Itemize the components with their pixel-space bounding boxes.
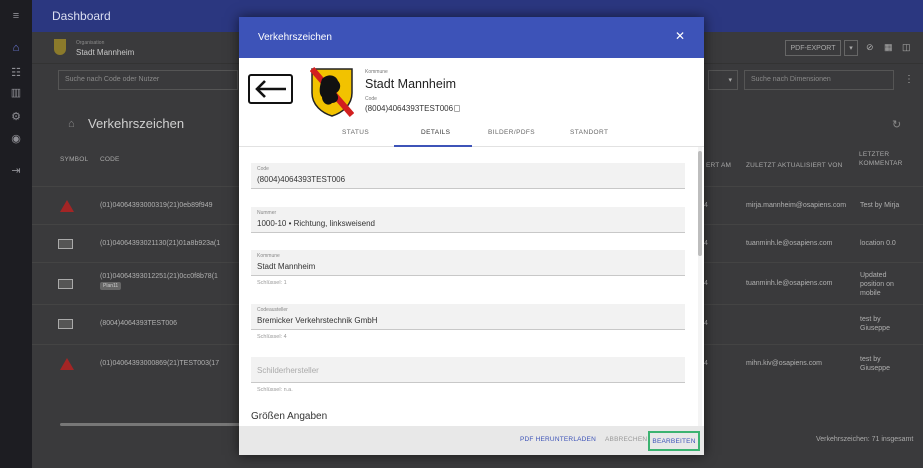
- nummer-field[interactable]: Nummer 1000-10 • Richtung, linksweisend: [251, 207, 685, 233]
- app-title: Dashboard: [52, 9, 111, 23]
- field-label: Code: [257, 166, 269, 172]
- page-title: Verkehrszeichen: [88, 116, 185, 131]
- dialog-footer: PDF HERUNTERLADEN ABBRECHEN BEARBEITEN: [239, 426, 704, 455]
- field-value: (8004)4064393TEST006: [257, 175, 346, 184]
- field-helper-text: Schlüssel: 1: [257, 280, 287, 286]
- field-value: 1000-10 • Richtung, linksweisend: [257, 219, 375, 228]
- field-helper-text: Schlüssel: 4: [257, 334, 287, 340]
- comment-cell: test by Giuseppe: [860, 356, 890, 372]
- code-cell: (01)04064393000869(21)TEST003(17: [100, 360, 220, 367]
- dialog-title: Verkehrszeichen: [258, 32, 332, 43]
- tab-standort[interactable]: STANDORT: [570, 129, 608, 136]
- updated-at-cell: 4: [704, 320, 708, 327]
- schilderhersteller-field[interactable]: Schilderhersteller: [251, 357, 685, 383]
- close-icon[interactable]: ✕: [675, 29, 685, 43]
- tab-status[interactable]: STATUS: [342, 129, 369, 136]
- organisation-logo: [54, 39, 66, 55]
- comment-cell: Updated position on mobile: [860, 272, 894, 297]
- dimension-search-input[interactable]: Suche nach Dimensionen: [744, 70, 894, 90]
- cancel-button[interactable]: ABBRECHEN: [605, 436, 647, 443]
- chevron-down-icon[interactable]: ▾: [844, 40, 858, 56]
- sign-symbol-icon: [58, 279, 73, 289]
- refresh-icon[interactable]: ↻: [892, 118, 901, 131]
- field-label: Nummer: [257, 210, 277, 216]
- sign-detail-dialog: Verkehrszeichen ✕ Kommune Stadt Mannheim…: [239, 17, 704, 455]
- field-value: Bremicker Verkehrstechnik GmbH: [257, 316, 378, 325]
- edit-button-label: BEARBEITEN: [652, 437, 696, 445]
- comment-cell: test by Giuseppe: [860, 316, 890, 332]
- table-count: Verkehrszeichen: 71 insgesamt: [816, 436, 914, 443]
- tab-details[interactable]: DETAILS: [421, 129, 450, 136]
- organisation-label: Organisation: [76, 40, 105, 46]
- column-header-updated-at[interactable]: ERT AM: [706, 162, 731, 169]
- updated-at-cell: 4: [704, 202, 708, 209]
- column-header-last-comment[interactable]: LETZTER KOMMENTAR: [859, 150, 909, 168]
- comment-cell: Test by Mirja: [860, 202, 900, 209]
- horizontal-scrollbar[interactable]: [60, 423, 240, 426]
- edit-button[interactable]: BEARBEITEN: [648, 431, 700, 451]
- filter-dropdown[interactable]: ▾: [708, 70, 738, 90]
- sign-symbol-icon: [58, 239, 73, 249]
- copy-icon[interactable]: [454, 105, 460, 112]
- arrow-left-icon: [255, 80, 286, 98]
- logout-icon[interactable]: ⇥: [0, 160, 32, 180]
- updated-by-cell: tuanminh.le@osapiens.com: [746, 280, 833, 287]
- kommune-label: Kommune: [365, 69, 388, 75]
- settings-icon[interactable]: ⚙: [0, 106, 32, 126]
- comment-cell: location 0.0: [860, 240, 896, 247]
- coat-of-arms-icon: [310, 67, 354, 117]
- tag-badge: Plan11: [100, 282, 122, 290]
- users-icon[interactable]: ☷: [0, 62, 32, 82]
- section-title: Größen Angaben: [251, 411, 328, 422]
- home-icon: ⌂: [68, 118, 75, 130]
- updated-at-cell: 4: [704, 360, 708, 367]
- field-label: Kommune: [257, 253, 280, 259]
- dialog-header: Verkehrszeichen ✕: [239, 17, 704, 58]
- kommune-field[interactable]: Kommune Stadt Mannheim: [251, 250, 685, 276]
- account-icon[interactable]: ◉: [0, 128, 32, 148]
- scrollbar-thumb[interactable]: [698, 151, 702, 256]
- left-rail: ≡ ⌂ ☷ ▥ ⚙ ◉ ⇥: [0, 0, 32, 468]
- updated-by-cell: tuanminh.le@osapiens.com: [746, 240, 833, 247]
- organisation-name[interactable]: Stadt Mannheim: [76, 48, 134, 57]
- split-view-icon[interactable]: ◫: [902, 42, 911, 53]
- column-header-code[interactable]: CODE: [100, 156, 120, 163]
- tab-bilder-pdfs[interactable]: BILDER/PDFS: [488, 129, 535, 136]
- download-pdf-button[interactable]: PDF HERUNTERLADEN: [520, 436, 596, 443]
- code-cell: (8004)4064393TEST006: [100, 320, 178, 327]
- code-cell: (01)04064393021130(21)01a8b923a(1: [100, 240, 221, 247]
- warning-sign-icon: [60, 200, 74, 212]
- details-form: Code (8004)4064393TEST006 Nummer 1000-10…: [239, 147, 704, 426]
- updated-by-cell: mirja.mannheim@osapiens.com: [746, 202, 847, 209]
- code-cell: (01)04064393012251(21)0cc0f8b78(1 Plan11: [100, 273, 218, 290]
- codeaussteller-field[interactable]: Codeausteller Bremicker Verkehrstechnik …: [251, 304, 685, 330]
- field-value: Stadt Mannheim: [257, 262, 316, 271]
- code-field[interactable]: Code (8004)4064393TEST006: [251, 163, 685, 189]
- code-text: (01)04064393012251(21)0cc0f8b78(1: [100, 273, 218, 280]
- field-helper-text: Schlüssel: n.a.: [257, 387, 293, 393]
- code-label: Code: [365, 96, 377, 102]
- field-label: Codeausteller: [257, 307, 288, 313]
- updated-by-cell: mihn.kiv@osapiens.com: [746, 360, 822, 367]
- menu-icon[interactable]: ≡: [0, 6, 32, 26]
- more-options-icon[interactable]: ⋮: [904, 74, 914, 85]
- warning-sign-icon: [60, 358, 74, 370]
- analytics-icon[interactable]: ▥: [0, 82, 32, 102]
- updated-at-cell: 4: [704, 280, 708, 287]
- code-cell: (01)04064393000319(21)0eb89f949: [100, 202, 213, 209]
- search-input[interactable]: Suche nach Code oder Nutzer: [58, 70, 238, 90]
- field-placeholder: Schilderhersteller: [257, 366, 319, 375]
- code-value: (8004)4064393TEST006: [365, 104, 454, 113]
- home-icon[interactable]: ⌂: [0, 38, 32, 58]
- updated-at-cell: 4: [704, 240, 708, 247]
- column-header-symbol[interactable]: SYMBOL: [60, 156, 88, 163]
- column-header-updated-by[interactable]: ZULETZT AKTUALISIERT VON: [746, 162, 843, 169]
- dialog-tabs: STATUS DETAILS BILDER/PDFS STANDORT: [239, 125, 704, 147]
- pdf-export-button[interactable]: PDF-EXPORT: [785, 40, 841, 56]
- arrow-left-sign-icon: [248, 74, 293, 104]
- arrow-sign-icon: [58, 319, 73, 329]
- grid-view-icon[interactable]: ▦: [884, 42, 893, 53]
- visibility-off-icon[interactable]: ⊘: [866, 42, 874, 53]
- kommune-name: Stadt Mannheim: [365, 77, 457, 91]
